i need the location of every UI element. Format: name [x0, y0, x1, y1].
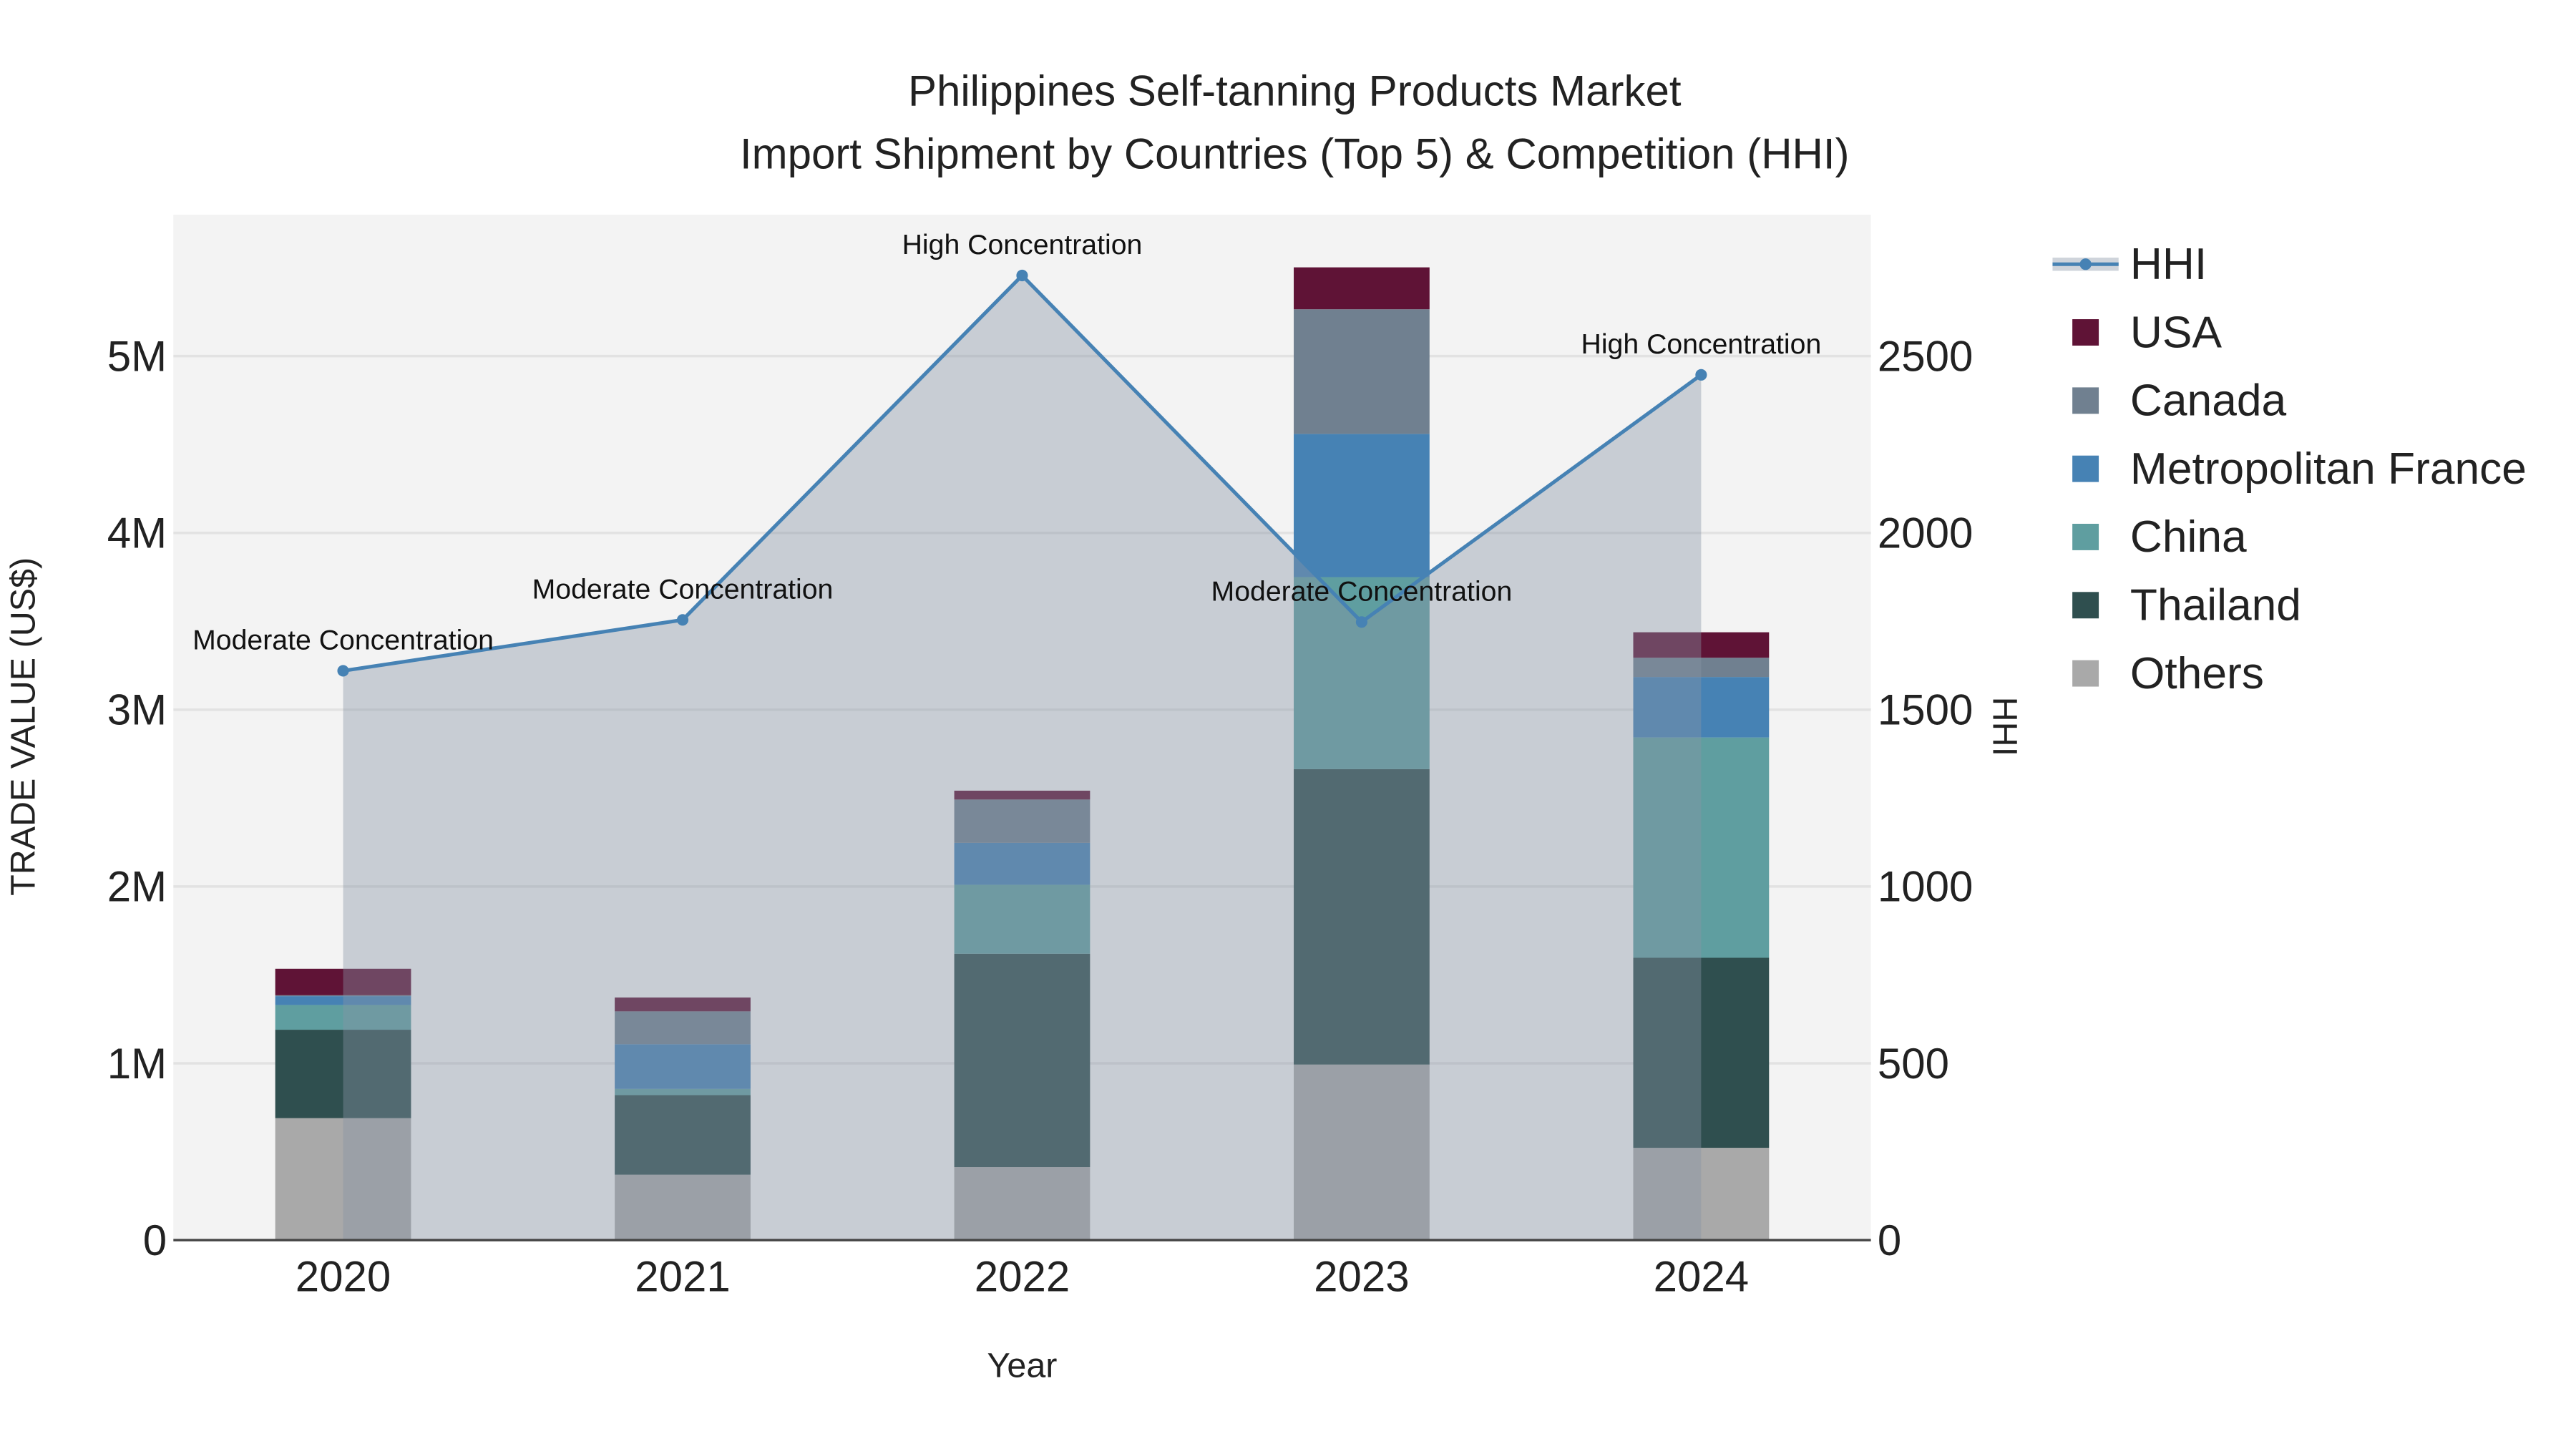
y-tick-label: 4M — [107, 509, 167, 557]
legend-swatch-canada — [2072, 387, 2099, 414]
bar-usa — [1294, 267, 1430, 310]
y2-tick-label: 2500 — [1878, 332, 1973, 380]
hhi-annotation: Moderate Concentration — [192, 624, 494, 655]
y-tick-label: 2M — [107, 863, 167, 911]
legend-label: HHI — [2130, 240, 2207, 289]
legend-swatch-china — [2072, 524, 2099, 550]
hhi-annotation: High Concentration — [1581, 328, 1822, 360]
hhi-point — [1016, 269, 1028, 282]
y2-tick-label: 1500 — [1878, 686, 1973, 734]
legend-swatch-metropolitan-france — [2072, 455, 2099, 482]
bar-canada — [1294, 309, 1430, 434]
x-axis-title: Year — [987, 1347, 1058, 1385]
x-tick-label: 2024 — [1654, 1253, 1749, 1301]
hhi-annotation: Moderate Concentration — [532, 573, 834, 605]
y-axis-title: TRADE VALUE (US$) — [4, 557, 42, 896]
hhi-point — [676, 614, 689, 626]
chart-title: Philippines Self-tanning Products Market — [908, 67, 1682, 115]
legend-hhi-marker — [2079, 258, 2092, 270]
y-tick-label: 1M — [107, 1040, 167, 1088]
legend-label: Thailand — [2130, 581, 2301, 630]
y2-tick-label: 2000 — [1878, 509, 1973, 557]
hhi-annotation: Moderate Concentration — [1211, 575, 1513, 607]
y-tick-label: 5M — [107, 332, 167, 380]
bar-metropolitan-france — [1294, 434, 1430, 577]
y-tick-label: 3M — [107, 686, 167, 734]
legend-label: China — [2130, 512, 2247, 562]
x-tick-label: 2021 — [635, 1253, 730, 1301]
chart: 0 1M 2M 3M 4M 5M 0 500 1000 1500 2000 2500 2020 2021 2… — [4, 67, 2527, 1385]
legend-swatch-others — [2072, 660, 2099, 687]
chart-subtitle: Import Shipment by Countries (Top 5) & C… — [740, 130, 1850, 177]
hhi-point — [337, 665, 349, 677]
legend-label: USA — [2130, 308, 2223, 357]
legend-swatch-usa — [2072, 319, 2099, 346]
hhi-point — [1695, 369, 1707, 381]
y2-tick-label: 1000 — [1878, 863, 1973, 911]
hhi-point — [1355, 616, 1367, 628]
hhi-annotation: High Concentration — [902, 229, 1143, 260]
y-tick-label: 0 — [143, 1216, 167, 1264]
y2-tick-label: 0 — [1878, 1216, 1901, 1264]
legend-swatch-thailand — [2072, 592, 2099, 619]
legend-label: Metropolitan France — [2130, 444, 2527, 494]
legend-label: Others — [2130, 649, 2264, 698]
x-tick-label: 2022 — [975, 1253, 1070, 1301]
y2-tick-label: 500 — [1878, 1040, 1949, 1088]
legend: HHI USA Canada Metropolitan France China Thai… — [2052, 240, 2527, 698]
legend-label: Canada — [2130, 376, 2287, 426]
x-tick-label: 2023 — [1314, 1253, 1409, 1301]
y2-axis-title: HHI — [1985, 697, 2024, 756]
x-tick-label: 2020 — [296, 1253, 391, 1301]
